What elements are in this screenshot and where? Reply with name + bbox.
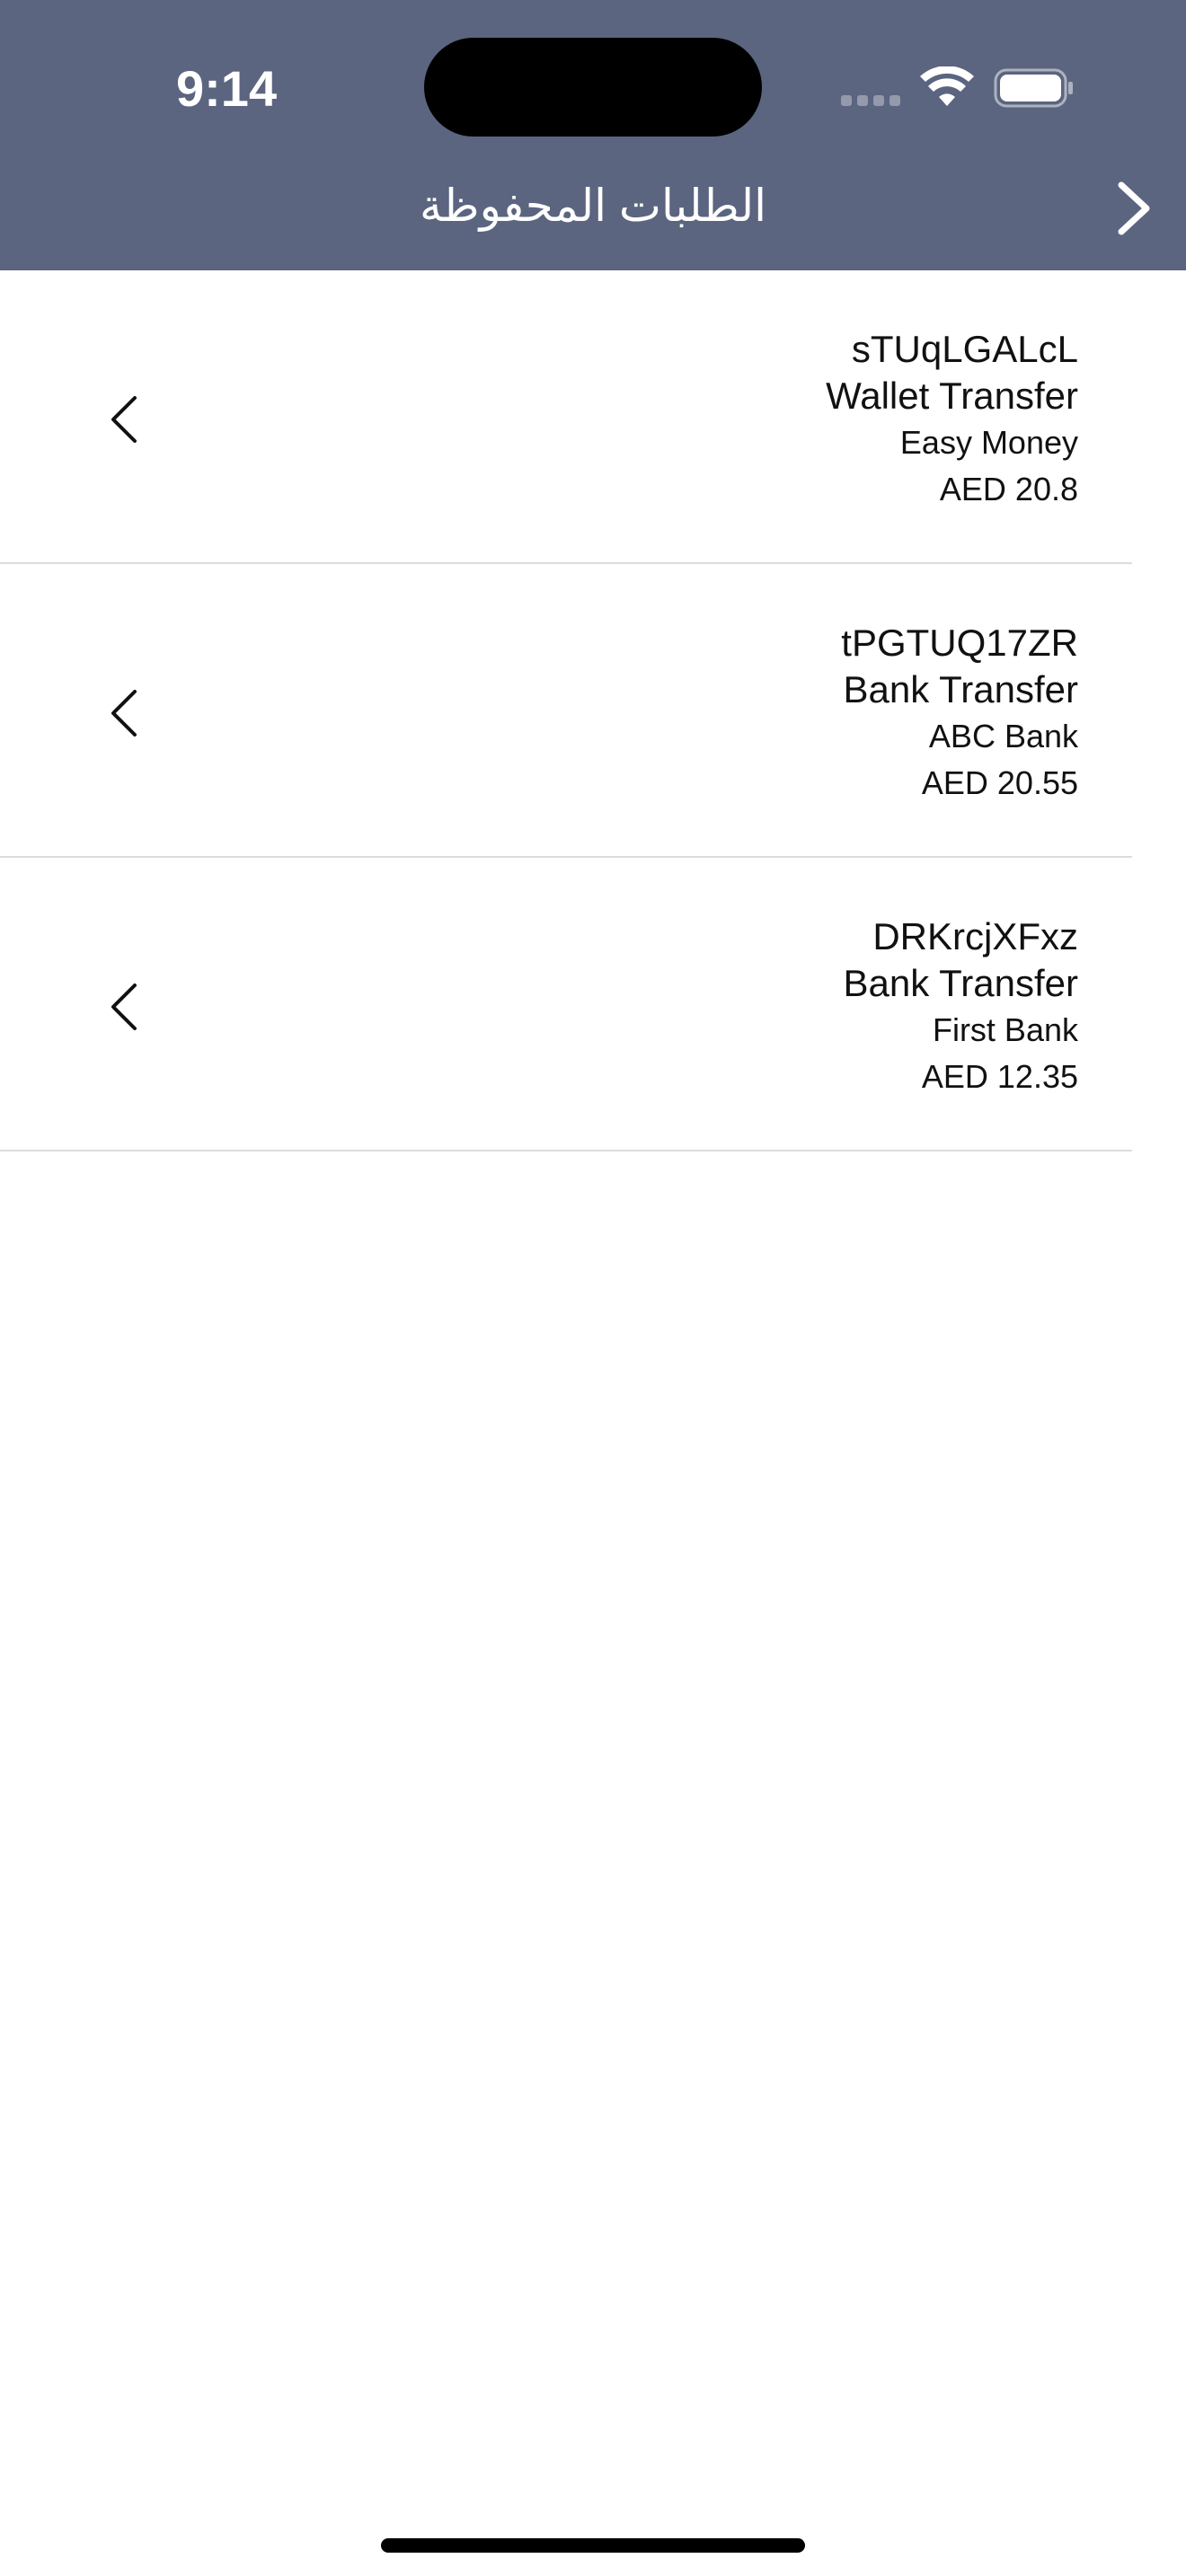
- list-item[interactable]: DRKrcjXFxz Bank Transfer First Bank AED …: [0, 858, 1186, 1151]
- request-type: Wallet Transfer: [826, 375, 1078, 417]
- request-amount: AED 20.8: [939, 471, 1078, 507]
- home-indicator[interactable]: [381, 2538, 805, 2553]
- list-item[interactable]: tPGTUQ17ZR Bank Transfer ABC Bank AED 20…: [0, 564, 1186, 858]
- saved-requests-list: sTUqLGALcL Wallet Transfer Easy Money AE…: [0, 270, 1186, 1151]
- request-amount: AED 20.55: [921, 764, 1078, 801]
- list-item[interactable]: sTUqLGALcL Wallet Transfer Easy Money AE…: [0, 270, 1186, 564]
- request-reference: DRKrcjXFxz: [872, 915, 1078, 957]
- wifi-icon: [920, 66, 974, 106]
- request-details: DRKrcjXFxz Bank Transfer First Bank AED …: [844, 913, 1078, 1100]
- back-chevron-right-icon[interactable]: [1114, 180, 1154, 237]
- request-type: Bank Transfer: [843, 668, 1078, 710]
- request-provider: ABC Bank: [928, 718, 1078, 754]
- request-reference: tPGTUQ17ZR: [841, 622, 1078, 664]
- request-provider: Easy Money: [899, 424, 1078, 461]
- cellular-signal-icon: [841, 95, 902, 106]
- battery-icon: [994, 68, 1073, 108]
- request-amount: AED 12.35: [921, 1058, 1078, 1095]
- request-provider: First Bank: [932, 1011, 1078, 1048]
- request-type: Bank Transfer: [843, 962, 1078, 1004]
- chevron-left-icon: [111, 396, 137, 443]
- navigation-header: 9:14 الطلبات المحفوظة: [0, 0, 1186, 270]
- status-time: 9:14: [176, 60, 278, 117]
- dynamic-island: [424, 38, 762, 137]
- chevron-left-icon: [111, 984, 137, 1030]
- request-reference: sTUqLGALcL: [851, 328, 1078, 370]
- request-details: sTUqLGALcL Wallet Transfer Easy Money AE…: [826, 326, 1078, 513]
- row-divider: [0, 1150, 1132, 1151]
- page-title: الطلبات المحفوظة: [419, 181, 766, 231]
- request-details: tPGTUQ17ZR Bank Transfer ABC Bank AED 20…: [841, 620, 1078, 807]
- chevron-left-icon: [111, 690, 137, 737]
